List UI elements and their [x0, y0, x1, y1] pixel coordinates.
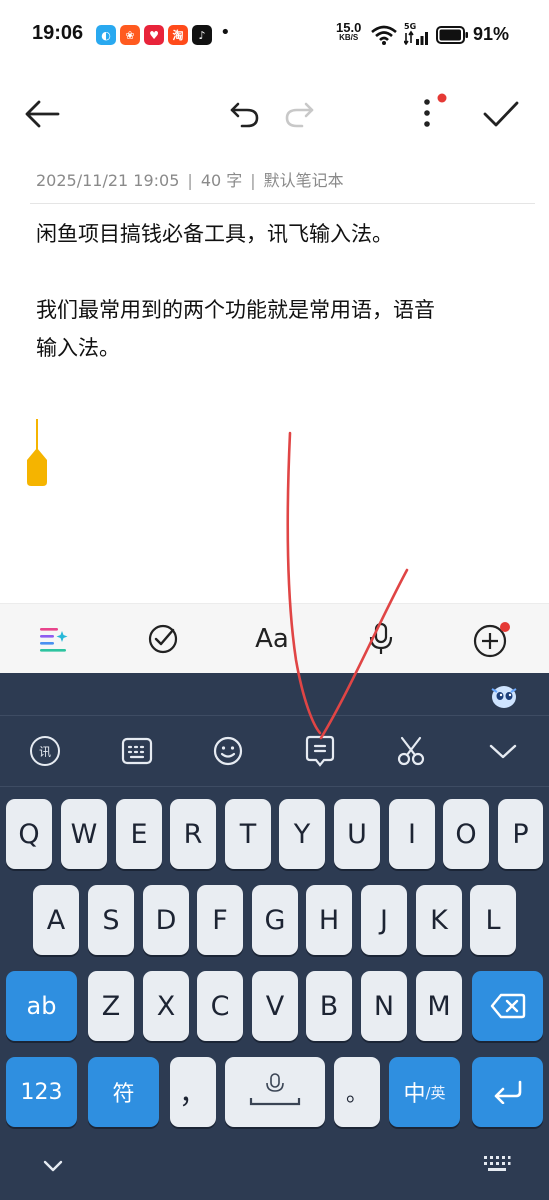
app-notification-icon: 淘	[168, 25, 188, 45]
battery-percentage: 91%	[473, 24, 510, 44]
iflytek-logo-icon[interactable]: 讯	[25, 731, 65, 771]
add-circle-icon[interactable]	[471, 619, 511, 659]
network-speed-value: 15.0	[336, 20, 362, 35]
key-v[interactable]: V	[252, 971, 298, 1041]
key-l[interactable]: L	[470, 885, 516, 955]
key-g[interactable]: G	[252, 885, 298, 955]
key-s[interactable]: S	[88, 885, 134, 955]
key-a[interactable]: A	[33, 885, 79, 955]
key-m[interactable]: M	[416, 971, 462, 1041]
space-key[interactable]	[225, 1057, 325, 1127]
app-notification-icon: ❀	[120, 25, 140, 45]
key-b[interactable]: B	[306, 971, 352, 1041]
word-count: 40 字	[200, 171, 243, 190]
note-meta: 2025/11/21 19:05 | 40 字 | 默认笔记本	[36, 167, 344, 191]
keyboard-divider	[0, 715, 549, 716]
notification-dot: •	[220, 22, 231, 43]
key-f[interactable]: F	[197, 885, 243, 955]
key-z[interactable]: Z	[88, 971, 134, 1041]
keyboard-layout-icon[interactable]	[117, 731, 157, 771]
key-i[interactable]: I	[389, 799, 435, 869]
key-e[interactable]: E	[116, 799, 162, 869]
undo-icon[interactable]	[227, 100, 261, 128]
signal-icon	[404, 30, 428, 45]
network-speed: 15.0 KB/S	[336, 20, 362, 43]
svg-text:讯: 讯	[39, 745, 51, 759]
language-switch-key[interactable]: 中/英	[389, 1057, 460, 1127]
format-bar: Aa	[0, 603, 549, 673]
microphone-icon[interactable]	[361, 619, 401, 659]
cursor-handle[interactable]	[27, 448, 47, 486]
note-date: 2025/11/21 19:05	[36, 171, 180, 190]
network-speed-unit: KB/S	[339, 33, 359, 42]
wifi-icon	[371, 25, 397, 45]
check-done-icon[interactable]	[482, 98, 520, 130]
checklist-icon[interactable]	[143, 619, 183, 659]
battery-icon	[436, 26, 468, 44]
app-notification-icon: ♥	[144, 25, 164, 45]
ime-keyboard: 讯 Q W E R T Y U I O P A S D F G H J K L …	[0, 673, 549, 1200]
key-h[interactable]: H	[306, 885, 352, 955]
more-options-icon[interactable]	[414, 90, 450, 130]
tiktok-icon: ♪	[192, 25, 212, 45]
number-key[interactable]: 123	[6, 1057, 77, 1127]
hide-keyboard-icon[interactable]	[42, 1159, 64, 1173]
emoji-icon[interactable]	[208, 731, 248, 771]
enter-icon	[494, 1080, 521, 1104]
ime-mascot-icon[interactable]	[490, 683, 518, 709]
note-line: 输入法。	[36, 336, 120, 360]
collapse-chevron-icon[interactable]	[483, 731, 523, 771]
note-line: 我们最常用到的两个功能就是常用语，语音	[36, 298, 435, 322]
redo-icon[interactable]	[283, 100, 317, 128]
shift-key[interactable]: ab	[6, 971, 77, 1041]
key-o[interactable]: O	[443, 799, 489, 869]
meta-separator: |	[250, 171, 256, 190]
common-phrases-icon[interactable]	[300, 731, 340, 771]
lang-alt-label: /英	[425, 1083, 446, 1102]
back-arrow-icon[interactable]	[22, 98, 62, 130]
ai-list-icon[interactable]	[34, 619, 74, 659]
notebook-name[interactable]: 默认笔记本	[264, 171, 344, 190]
editor-toolbar	[0, 80, 549, 150]
backspace-icon	[490, 993, 525, 1019]
key-w[interactable]: W	[61, 799, 107, 869]
status-time: 19:06	[32, 22, 84, 44]
text-format-button[interactable]: Aa	[252, 619, 292, 659]
scissors-icon[interactable]	[391, 731, 431, 771]
symbol-key[interactable]: 符	[88, 1057, 159, 1127]
status-bar: 19:06 ◐ ❀ ♥ 淘 ♪ • 15.0 KB/S 5G 91%	[0, 0, 549, 70]
key-t[interactable]: T	[225, 799, 271, 869]
key-u[interactable]: U	[334, 799, 380, 869]
app-notification-icon: ◐	[96, 25, 116, 45]
key-y[interactable]: Y	[279, 799, 325, 869]
switch-keyboard-icon[interactable]	[483, 1155, 511, 1175]
backspace-key[interactable]	[472, 971, 543, 1041]
key-q[interactable]: Q	[6, 799, 52, 869]
key-p[interactable]: P	[498, 799, 543, 869]
note-body[interactable]: 闲鱼项目搞钱必备工具，讯飞输入法。 我们最常用到的两个功能就是常用语，语音 输入…	[36, 215, 506, 367]
key-k[interactable]: K	[416, 885, 462, 955]
key-n[interactable]: N	[361, 971, 407, 1041]
keyboard-divider	[0, 786, 549, 787]
meta-divider	[30, 203, 535, 204]
key-c[interactable]: C	[197, 971, 243, 1041]
enter-key[interactable]	[472, 1057, 543, 1127]
space-voice-icon	[249, 1073, 301, 1106]
key-d[interactable]: D	[143, 885, 189, 955]
note-line: 闲鱼项目搞钱必备工具，讯飞输入法。	[36, 222, 393, 246]
lang-main-label: 中	[403, 1082, 426, 1107]
period-key[interactable]: 。	[334, 1057, 380, 1127]
key-j[interactable]: J	[361, 885, 407, 955]
comma-key[interactable]: ，	[170, 1057, 216, 1127]
meta-separator: |	[187, 171, 193, 190]
key-r[interactable]: R	[170, 799, 216, 869]
key-x[interactable]: X	[143, 971, 189, 1041]
